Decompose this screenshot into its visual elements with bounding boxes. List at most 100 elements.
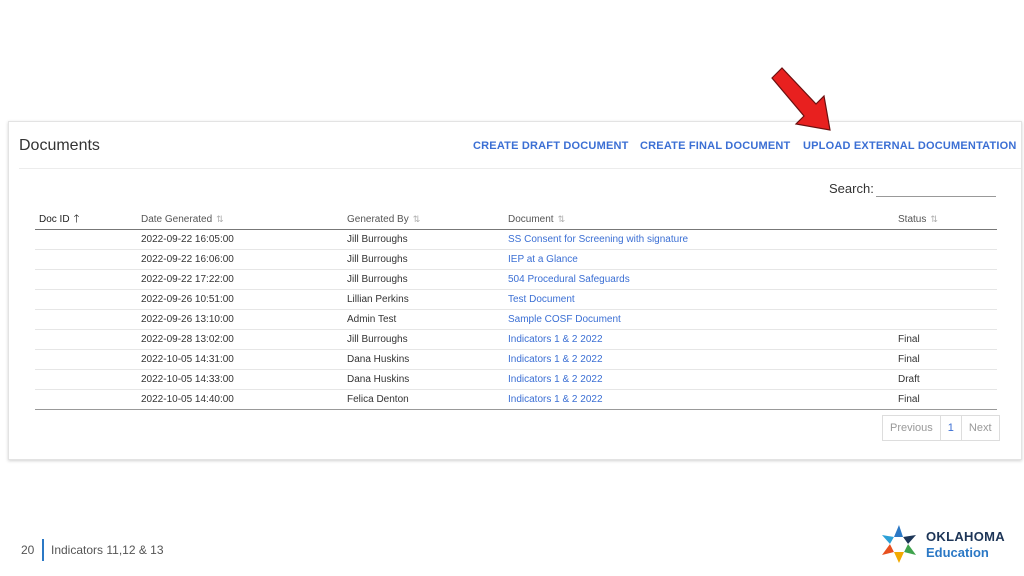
- date-generated-cell: 2022-09-22 16:05:00: [137, 229, 343, 250]
- document-link[interactable]: Indicators 1 & 2 2022: [508, 374, 603, 385]
- status-cell: [894, 229, 997, 250]
- column-header-document[interactable]: Document ⇅: [504, 210, 894, 230]
- search-input[interactable]: [876, 180, 996, 197]
- status-cell: Draft: [894, 369, 997, 390]
- table-body: 2022-09-22 16:05:00 Jill Burroughs SS Cons…: [35, 229, 997, 410]
- column-header-status[interactable]: Status ⇅: [894, 210, 997, 230]
- status-cell: Final: [894, 329, 997, 350]
- date-generated-cell: 2022-09-26 10:51:00: [137, 289, 343, 310]
- generated-by-cell: Jill Burroughs: [343, 249, 504, 270]
- status-cell: [894, 269, 997, 290]
- table-row: 2022-09-22 17:22:00 Jill Burroughs 504 Pro…: [35, 269, 997, 290]
- doc-id-cell: [35, 249, 137, 270]
- document-link[interactable]: IEP at a Glance: [508, 254, 578, 265]
- generated-by-cell: Admin Test: [343, 309, 504, 330]
- generated-by-cell: Lillian Perkins: [347, 294, 409, 305]
- table-row: 2022-09-22 16:05:00 Jill Burroughs SS Cons…: [35, 229, 997, 250]
- date-generated-cell: 2022-09-26 13:10:00: [137, 309, 343, 330]
- table-row: 2022-09-28 13:02:00 Jill Burroughs Indicat…: [35, 329, 997, 350]
- status-cell: Final: [898, 394, 920, 405]
- document-link[interactable]: Indicators 1 & 2 2022: [508, 334, 603, 345]
- date-generated-cell: 2022-10-05 14:40:00: [137, 389, 343, 410]
- date-generated-cell: 2022-09-22 16:06:00: [137, 249, 343, 270]
- status-cell: [894, 309, 997, 330]
- pagination: Previous 1 Next: [882, 415, 1000, 441]
- document-link[interactable]: Indicators 1 & 2 2022: [508, 394, 603, 405]
- generated-by-cell: Jill Burroughs: [343, 329, 504, 350]
- previous-page-button[interactable]: Previous: [883, 416, 941, 440]
- date-generated-cell: 2022-09-22 16:05:00: [141, 234, 234, 245]
- oklahoma-star-logo-icon: [882, 525, 916, 563]
- sort-icon: ⇅: [216, 214, 224, 224]
- date-generated-cell: 2022-09-22 16:06:00: [141, 254, 234, 265]
- column-header-label: Doc ID: [39, 214, 70, 225]
- status-cell: Final: [894, 349, 997, 370]
- table-header-row: Doc ID 🡑 Date Generated ⇅ Generated By ⇅ Do…: [35, 210, 997, 230]
- column-header-generated-by[interactable]: Generated By ⇅: [343, 210, 504, 230]
- date-generated-cell: 2022-09-26 13:10:00: [141, 314, 234, 325]
- column-header-doc-id[interactable]: Doc ID 🡑: [35, 210, 137, 230]
- document-cell: Test Document: [504, 289, 894, 310]
- date-generated-cell: 2022-09-22 17:22:00: [137, 269, 343, 290]
- status-cell: [894, 289, 997, 310]
- document-link[interactable]: Sample COSF Document: [508, 314, 621, 325]
- date-generated-cell: 2022-10-05 14:33:00: [137, 369, 343, 390]
- doc-id-cell: [35, 289, 137, 310]
- generated-by-cell: Jill Burroughs: [347, 334, 408, 345]
- doc-id-cell: [35, 329, 137, 350]
- page-1-button[interactable]: 1: [941, 416, 962, 440]
- date-generated-cell: 2022-09-28 13:02:00: [137, 329, 343, 350]
- sort-icon: ⇅: [930, 214, 938, 224]
- document-link[interactable]: SS Consent for Screening with signature: [508, 234, 688, 245]
- generated-by-cell: Jill Burroughs: [343, 229, 504, 250]
- date-generated-cell: 2022-10-05 14:31:00: [137, 349, 343, 370]
- logo-text-oklahoma: OKLAHOMA: [926, 529, 1005, 544]
- date-generated-cell: 2022-10-05 14:33:00: [141, 374, 234, 385]
- document-link[interactable]: Test Document: [508, 294, 575, 305]
- generated-by-cell: Felica Denton: [347, 394, 409, 405]
- date-generated-cell: 2022-10-05 14:40:00: [141, 394, 234, 405]
- doc-id-cell: [35, 229, 137, 250]
- sort-icon: ⇅: [557, 214, 566, 224]
- upload-external-documentation-button[interactable]: UPLOAD EXTERNAL DOCUMENTATION: [803, 140, 1017, 152]
- next-page-button[interactable]: Next: [962, 416, 999, 440]
- table-row: 2022-09-22 16:06:00 Jill Burroughs IEP at …: [35, 249, 997, 270]
- slide-number: 20: [21, 543, 35, 557]
- generated-by-cell: Dana Huskins: [347, 354, 410, 365]
- header-divider: [19, 168, 1021, 169]
- table-row: 2022-09-26 13:10:00 Admin Test Sample COSF…: [35, 309, 997, 330]
- date-generated-cell: 2022-09-28 13:02:00: [141, 334, 234, 345]
- generated-by-cell: Felica Denton: [343, 389, 504, 410]
- table-row: 2022-10-05 14:33:00 Dana Huskins Indicator…: [35, 369, 997, 390]
- date-generated-cell: 2022-10-05 14:31:00: [141, 354, 234, 365]
- document-cell: Sample COSF Document: [504, 309, 894, 330]
- column-header-date-generated[interactable]: Date Generated ⇅: [137, 210, 343, 230]
- generated-by-cell: Dana Huskins: [343, 369, 504, 390]
- generated-by-cell: Jill Burroughs: [343, 269, 504, 290]
- column-header-label: Date Generated: [141, 214, 213, 225]
- doc-id-cell: [35, 349, 137, 370]
- documents-panel: Documents CREATE DRAFT DOCUMENT CREATE F…: [8, 121, 1022, 460]
- status-cell: [894, 249, 997, 270]
- document-cell: Indicators 1 & 2 2022: [504, 389, 894, 410]
- status-cell: Final: [898, 354, 920, 365]
- sort-icon: ⇅: [412, 214, 421, 224]
- table-row: 2022-10-05 14:31:00 Dana Huskins Indicator…: [35, 349, 997, 370]
- logo-text-education: Education: [926, 545, 989, 560]
- page-title: Documents: [19, 137, 100, 154]
- create-final-document-button[interactable]: CREATE FINAL DOCUMENT: [640, 140, 790, 152]
- generated-by-cell: Lillian Perkins: [343, 289, 504, 310]
- document-cell: IEP at a Glance: [504, 249, 894, 270]
- column-header-label: Generated By: [347, 214, 409, 225]
- document-cell: Indicators 1 & 2 2022: [504, 349, 894, 370]
- footer-divider: [42, 539, 44, 561]
- status-cell: Final: [894, 389, 997, 410]
- document-link[interactable]: 504 Procedural Safeguards: [508, 274, 630, 285]
- status-cell: Final: [898, 334, 920, 345]
- document-link[interactable]: Indicators 1 & 2 2022: [508, 354, 603, 365]
- generated-by-cell: Jill Burroughs: [347, 254, 408, 265]
- search-label: Search:: [829, 181, 874, 196]
- status-cell: Draft: [898, 374, 920, 385]
- date-generated-cell: 2022-09-26 10:51:00: [141, 294, 234, 305]
- create-draft-document-button[interactable]: CREATE DRAFT DOCUMENT: [473, 140, 629, 152]
